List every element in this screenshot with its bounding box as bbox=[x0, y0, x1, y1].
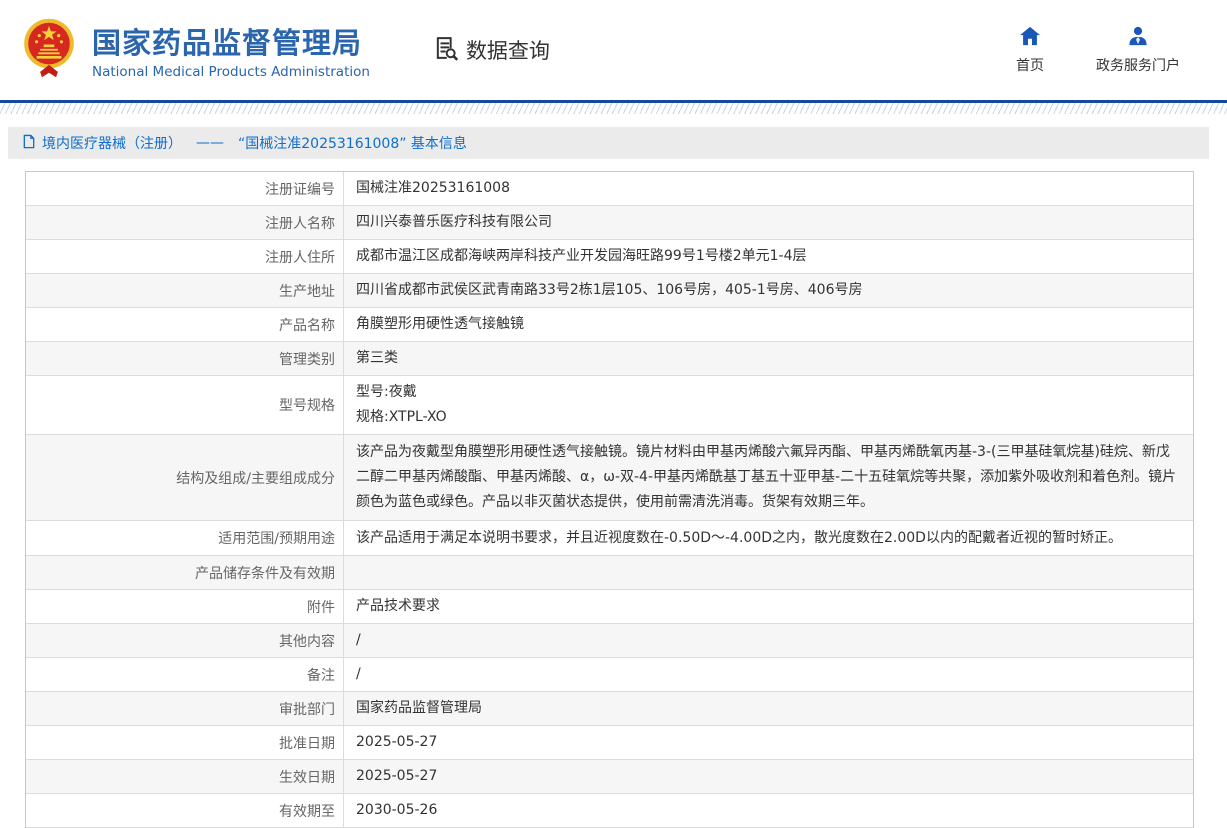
field-label: 产品名称 bbox=[26, 308, 344, 341]
field-value: / bbox=[344, 658, 1193, 691]
nav-portal[interactable]: 政务服务门户 bbox=[1096, 26, 1180, 75]
nav-home-label: 首页 bbox=[1016, 55, 1044, 75]
field-label: 注册证编号 bbox=[26, 172, 344, 205]
field-label: 附件 bbox=[26, 590, 344, 623]
nav-portal-label: 政务服务门户 bbox=[1096, 55, 1180, 75]
table-row: 生效日期 2025-05-27 bbox=[26, 760, 1193, 794]
field-value: 产品技术要求 bbox=[344, 590, 1193, 623]
file-icon bbox=[22, 134, 36, 153]
field-value: 该产品适用于满足本说明书要求，并且近视度数在-0.50D～-4.00D之内，散光… bbox=[344, 522, 1193, 555]
table-row: 有效期至 2030-05-26 bbox=[26, 794, 1193, 828]
data-query-title: 数据查询 bbox=[432, 34, 550, 66]
field-label: 产品储存条件及有效期 bbox=[26, 556, 344, 589]
org-subtitle: National Medical Products Administration bbox=[92, 64, 370, 80]
table-row: 产品名称 角膜塑形用硬性透气接触镜 bbox=[26, 308, 1193, 342]
field-label: 生产地址 bbox=[26, 274, 344, 307]
registration-table: 注册证编号 国械注准20253161008 注册人名称 四川兴泰普乐医疗科技有限… bbox=[25, 171, 1194, 828]
field-value: 四川兴泰普乐医疗科技有限公司 bbox=[344, 206, 1193, 239]
field-value: 该产品为夜戴型角膜塑形用硬性透气接触镜。镜片材料由甲基丙烯酸六氟异丙酯、甲基丙烯… bbox=[344, 436, 1193, 519]
field-label: 注册人住所 bbox=[26, 240, 344, 273]
table-row: 其他内容 / bbox=[26, 624, 1193, 658]
nav-home[interactable]: 首页 bbox=[1016, 26, 1044, 75]
table-row: 批准日期 2025-05-27 bbox=[26, 726, 1193, 760]
table-row: 结构及组成/主要组成成分 该产品为夜戴型角膜塑形用硬性透气接触镜。镜片材料由甲基… bbox=[26, 435, 1193, 521]
table-row: 注册人住所 成都市温江区成都海峡两岸科技产业开发园海旺路99号1号楼2单元1-4… bbox=[26, 240, 1193, 274]
field-label: 注册人名称 bbox=[26, 206, 344, 239]
breadcrumb-category[interactable]: 境内医疗器械（注册） bbox=[42, 133, 182, 153]
table-row: 注册证编号 国械注准20253161008 bbox=[26, 172, 1193, 206]
table-row: 备注 / bbox=[26, 658, 1193, 692]
table-row: 型号规格 型号:夜戴 规格:XTPL-XO bbox=[26, 376, 1193, 435]
table-row: 附件 产品技术要求 bbox=[26, 590, 1193, 624]
field-value: 角膜塑形用硬性透气接触镜 bbox=[344, 308, 1193, 341]
home-icon bbox=[1019, 26, 1041, 50]
nmpa-logo[interactable]: 国家药品监督管理局 National Medical Products Admi… bbox=[20, 17, 370, 83]
field-value: 国家药品监督管理局 bbox=[344, 692, 1193, 725]
field-value bbox=[344, 569, 1193, 577]
field-value: 四川省成都市武侯区武青南路33号2栋1层105、106号房，405-1号房、40… bbox=[344, 274, 1193, 307]
user-icon bbox=[1127, 26, 1149, 50]
field-value: 2025-05-27 bbox=[344, 760, 1193, 793]
field-value: 国械注准20253161008 bbox=[344, 172, 1193, 205]
field-value: 型号:夜戴 规格:XTPL-XO bbox=[344, 376, 1193, 434]
document-search-icon bbox=[432, 34, 460, 66]
breadcrumb: 境内医疗器械（注册） —— “国械注准20253161008” 基本信息 bbox=[8, 127, 1209, 159]
header-stripe-band bbox=[0, 103, 1227, 114]
org-title: 国家药品监督管理局 bbox=[92, 20, 370, 62]
table-row: 管理类别 第三类 bbox=[26, 342, 1193, 376]
field-value: 2030-05-26 bbox=[344, 794, 1193, 827]
table-row: 产品储存条件及有效期 bbox=[26, 556, 1193, 590]
top-nav: 首页 政务服务门户 bbox=[1016, 26, 1180, 75]
field-label: 批准日期 bbox=[26, 726, 344, 759]
field-value: 第三类 bbox=[344, 342, 1193, 375]
page-header: 国家药品监督管理局 National Medical Products Admi… bbox=[0, 0, 1227, 100]
field-label: 结构及组成/主要组成成分 bbox=[26, 435, 344, 520]
breadcrumb-current: “国械注准20253161008” 基本信息 bbox=[238, 133, 467, 153]
field-label: 型号规格 bbox=[26, 376, 344, 434]
table-row: 注册人名称 四川兴泰普乐医疗科技有限公司 bbox=[26, 206, 1193, 240]
field-label: 审批部门 bbox=[26, 692, 344, 725]
field-value: 2025-05-27 bbox=[344, 726, 1193, 759]
field-label: 生效日期 bbox=[26, 760, 344, 793]
table-row: 适用范围/预期用途 该产品适用于满足本说明书要求，并且近视度数在-0.50D～-… bbox=[26, 521, 1193, 556]
data-query-label: 数据查询 bbox=[466, 35, 550, 65]
field-label: 其他内容 bbox=[26, 624, 344, 657]
field-label: 备注 bbox=[26, 658, 344, 691]
field-value: 成都市温江区成都海峡两岸科技产业开发园海旺路99号1号楼2单元1-4层 bbox=[344, 240, 1193, 273]
field-label: 管理类别 bbox=[26, 342, 344, 375]
national-emblem-icon bbox=[20, 17, 78, 83]
table-row: 生产地址 四川省成都市武侯区武青南路33号2栋1层105、106号房，405-1… bbox=[26, 274, 1193, 308]
breadcrumb-separator: —— bbox=[196, 135, 224, 151]
field-label: 适用范围/预期用途 bbox=[26, 521, 344, 555]
table-row: 审批部门 国家药品监督管理局 bbox=[26, 692, 1193, 726]
field-value: / bbox=[344, 624, 1193, 657]
field-label: 有效期至 bbox=[26, 794, 344, 827]
